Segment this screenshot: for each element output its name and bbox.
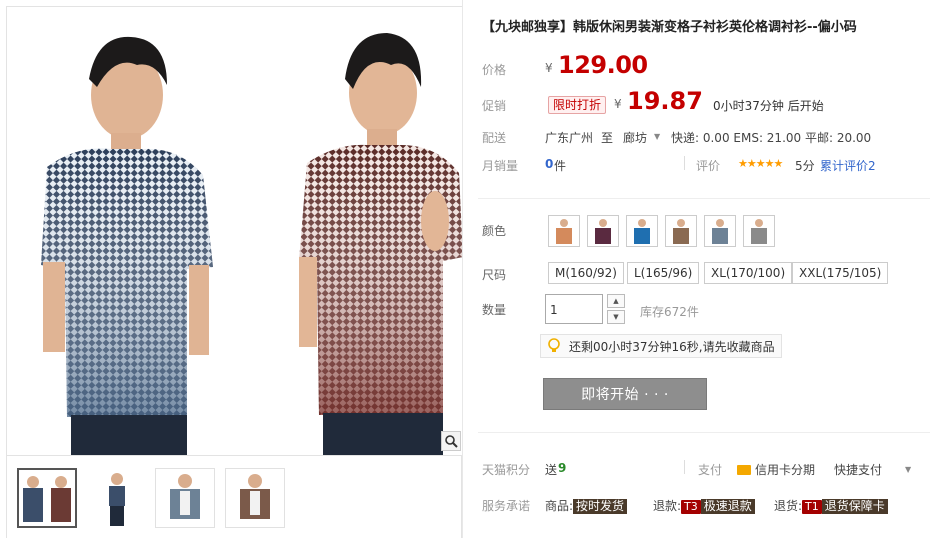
quantity-input[interactable]: 1 <box>545 294 603 324</box>
shipping-to-word: 至 <box>601 131 614 145</box>
thumbnail-4[interactable] <box>225 468 285 528</box>
color-swatch-1[interactable] <box>548 215 580 247</box>
favorite-reminder: 还剩00小时37分钟16秒,请先收藏商品 <box>540 334 782 358</box>
reminder-text: 还剩00小时37分钟16秒,请先收藏商品 <box>569 339 775 354</box>
promo-price: 19.87 <box>627 87 703 115</box>
credit-card-icon <box>737 465 751 475</box>
chevron-down-icon[interactable]: ▼ <box>654 132 660 141</box>
tmall-points-label: 天猫积分 <box>482 463 531 477</box>
original-price: 129.00 <box>558 51 648 79</box>
model-right <box>299 33 463 455</box>
shipping-destination[interactable]: 廊坊 <box>623 129 647 146</box>
credit-card-label: 信用卡分期 <box>755 463 816 477</box>
thumbnail-3[interactable] <box>155 468 215 528</box>
service-goods-label: 商品: <box>545 499 574 513</box>
thumbnail-strip <box>7 455 463 538</box>
promo-label: 促销 <box>482 99 507 113</box>
section-divider-2 <box>478 432 930 433</box>
column-divider <box>462 0 463 538</box>
stock-text: 库存672件 <box>640 305 699 319</box>
service-refund-tag: 极速退款 <box>700 499 755 514</box>
service-return-tag: 退货保障卡 <box>821 499 888 514</box>
monthly-sales-count: 0 <box>545 157 554 171</box>
tmall-points-value: 9 <box>558 461 567 475</box>
service-return: 退货: T1 退货保障卡 <box>774 497 888 514</box>
color-label: 颜色 <box>482 224 507 238</box>
review-label: 评价 <box>696 159 721 173</box>
cumulative-label: 累计评价 <box>820 159 869 173</box>
lightbulb-icon <box>548 338 560 352</box>
model-left <box>41 36 213 455</box>
payment-label: 支付 <box>698 463 723 477</box>
size-option-xl[interactable]: XL(170/100) <box>704 262 793 284</box>
rating-stars: ★★★★★ <box>738 157 783 170</box>
color-swatch-4[interactable] <box>665 215 697 247</box>
price-currency: ¥ <box>545 61 553 75</box>
service-goods-tag: 按时发货 <box>573 499 628 514</box>
cumulative-reviews-link[interactable]: 累计评价2 <box>820 157 876 174</box>
tmall-points-prefix: 送 <box>545 463 558 477</box>
color-swatch-5[interactable] <box>704 215 736 247</box>
coming-soon-button[interactable]: 即将开始 · · · <box>543 378 707 410</box>
product-title: 【九块邮独享】韩版休闲男装渐变格子衬衫英伦格调衬衫--偏小码 <box>482 20 857 35</box>
points-divider <box>684 460 685 474</box>
monthly-sales-unit: 件 <box>554 159 567 173</box>
price-label: 价格 <box>482 63 507 77</box>
product-gallery <box>6 6 463 538</box>
service-refund: 退款: T3 极速退款 <box>653 497 755 514</box>
service-return-code: T1 <box>802 500 822 514</box>
size-option-m[interactable]: M(160/92) <box>548 262 624 284</box>
service-refund-code: T3 <box>681 500 701 514</box>
thumbnail-2[interactable] <box>87 468 147 528</box>
promo-currency: ¥ <box>614 97 622 111</box>
quick-pay[interactable]: 快捷支付 <box>834 461 882 478</box>
main-product-image[interactable] <box>7 7 463 455</box>
size-option-xxl[interactable]: XXL(175/105) <box>792 262 889 284</box>
color-swatch-3[interactable] <box>626 215 658 247</box>
service-refund-label: 退款: <box>653 499 682 513</box>
promo-badge: 限时打折 <box>548 96 607 114</box>
shipping-from: 广东广州 <box>545 131 594 145</box>
color-swatch-6[interactable] <box>743 215 775 247</box>
product-photo <box>41 33 463 455</box>
sales-divider <box>684 156 685 170</box>
payment-chevron-down-icon[interactable]: ▼ <box>905 465 911 474</box>
size-option-l[interactable]: L(165/96) <box>627 262 700 284</box>
shipping-fees: 快递: 0.00 EMS: 21.00 平邮: 20.00 <box>671 131 872 145</box>
shipping-label: 配送 <box>482 131 507 145</box>
monthly-sales-label: 月销量 <box>482 159 519 173</box>
quantity-increase-button[interactable]: ▲ <box>607 294 625 308</box>
service-label: 服务承诺 <box>482 499 531 513</box>
color-swatch-2[interactable] <box>587 215 619 247</box>
service-return-label: 退货: <box>774 499 803 513</box>
quantity-label: 数量 <box>482 303 507 317</box>
size-label: 尺码 <box>482 268 507 282</box>
service-goods: 商品: 按时发货 <box>545 497 628 514</box>
quantity-decrease-button[interactable]: ▼ <box>607 310 625 324</box>
credit-card-installment[interactable]: 信用卡分期 <box>737 461 815 478</box>
product-info: 【九块邮独享】韩版休闲男装渐变格子衬衫英伦格调衬衫--偏小码 价格 ¥ 129.… <box>478 0 930 538</box>
rating-score: 5分 <box>795 159 815 173</box>
promo-countdown: 0小时37分钟 后开始 <box>713 99 824 113</box>
zoom-icon[interactable] <box>441 431 461 451</box>
section-divider-1 <box>478 198 930 199</box>
cumulative-count: 2 <box>868 159 876 173</box>
thumbnail-1[interactable] <box>17 468 77 528</box>
